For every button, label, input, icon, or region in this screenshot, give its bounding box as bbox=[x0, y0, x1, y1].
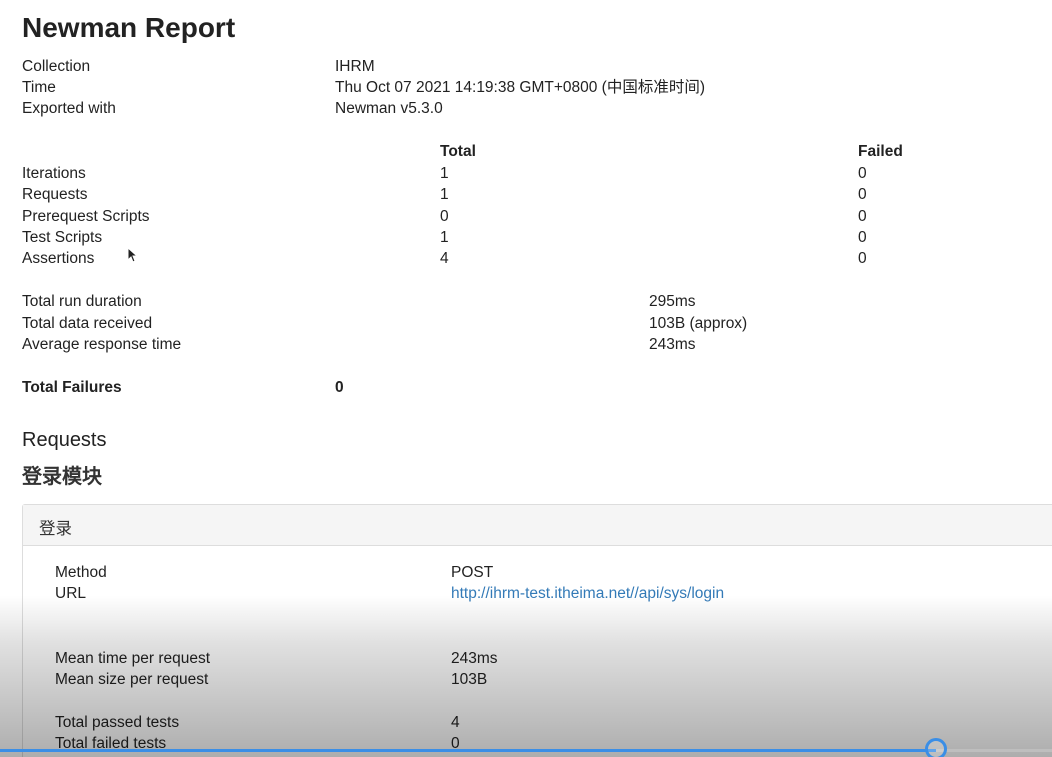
request-panel: 登录 Method POST URL http://ihrm-test.ithe… bbox=[22, 504, 1052, 757]
summary-row-test-scripts: Test Scripts 1 0 bbox=[0, 227, 1052, 248]
summary-total: 1 bbox=[440, 186, 449, 203]
request-url-link[interactable]: http://ihrm-test.itheima.net//api/sys/lo… bbox=[451, 585, 724, 602]
timing-row-total-data-received: Total data received 103B (approx) bbox=[0, 313, 1052, 334]
summary-header-row: Total Failed bbox=[0, 141, 1052, 162]
summary-failed: 0 bbox=[858, 229, 867, 246]
mean-size-label: Mean size per request bbox=[55, 671, 209, 688]
summary-header-failed: Failed bbox=[858, 143, 903, 160]
request-method-row: Method POST bbox=[23, 562, 1023, 583]
meta-value: Thu Oct 07 2021 14:19:38 GMT+0800 (中国标准时… bbox=[335, 79, 706, 96]
summary-failed: 0 bbox=[858, 208, 867, 225]
summary-row-iterations: Iterations 1 0 bbox=[0, 163, 1052, 184]
total-failures-label: Total Failures bbox=[22, 379, 122, 396]
summary-label: Iterations bbox=[22, 165, 86, 182]
method-value: POST bbox=[451, 564, 494, 581]
timing-row-average-response-time: Average response time 243ms bbox=[0, 334, 1052, 355]
total-failures-row: Total Failures 0 bbox=[0, 377, 1052, 398]
mean-time-row: Mean time per request 243ms bbox=[23, 648, 1023, 669]
timing-row-total-run-duration: Total run duration 295ms bbox=[0, 291, 1052, 312]
summary-total: 1 bbox=[440, 165, 449, 182]
meta-value: IHRM bbox=[335, 58, 375, 75]
total-failures-value: 0 bbox=[335, 379, 344, 396]
summary-label: Prerequest Scripts bbox=[22, 208, 150, 225]
summary-header-total: Total bbox=[440, 143, 476, 160]
meta-row-collection: Collection IHRM bbox=[0, 56, 1052, 77]
video-progress-bar[interactable] bbox=[0, 749, 1052, 752]
total-passed-value: 4 bbox=[451, 714, 460, 731]
total-passed-row: Total passed tests 4 bbox=[23, 712, 1023, 733]
video-scrubber-handle[interactable] bbox=[925, 738, 948, 757]
newman-report-page: Newman Report Collection IHRM Time Thu O… bbox=[0, 0, 1052, 757]
summary-total: 0 bbox=[440, 208, 449, 225]
meta-label: Collection bbox=[22, 58, 91, 75]
timing-label: Average response time bbox=[22, 336, 182, 353]
summary-failed: 0 bbox=[858, 186, 867, 203]
meta-label: Exported with bbox=[22, 100, 116, 117]
folder-heading: 登录模块 bbox=[22, 466, 102, 488]
summary-label: Test Scripts bbox=[22, 229, 103, 246]
summary-row-prerequest-scripts: Prerequest Scripts 0 0 bbox=[0, 206, 1052, 227]
summary-label: Assertions bbox=[22, 250, 95, 267]
timing-label: Total run duration bbox=[22, 293, 142, 310]
meta-label: Time bbox=[22, 79, 56, 96]
meta-value: Newman v5.3.0 bbox=[335, 100, 443, 117]
meta-row-exported-with: Exported with Newman v5.3.0 bbox=[0, 98, 1052, 119]
mean-size-value: 103B bbox=[451, 671, 488, 688]
meta-row-time: Time Thu Oct 07 2021 14:19:38 GMT+0800 (… bbox=[0, 77, 1052, 98]
timing-value: 103B (approx) bbox=[649, 315, 748, 332]
mean-size-row: Mean size per request 103B bbox=[23, 669, 1023, 690]
summary-label: Requests bbox=[22, 186, 88, 203]
request-panel-title: 登录 bbox=[39, 520, 72, 538]
timing-value: 243ms bbox=[649, 336, 696, 353]
requests-heading: Requests bbox=[22, 429, 107, 451]
summary-failed: 0 bbox=[858, 165, 867, 182]
mean-time-value: 243ms bbox=[451, 650, 498, 667]
timing-label: Total data received bbox=[22, 315, 153, 332]
summary-row-assertions: Assertions 4 0 bbox=[0, 248, 1052, 269]
method-label: Method bbox=[55, 564, 107, 581]
mean-time-label: Mean time per request bbox=[55, 650, 211, 667]
summary-row-requests: Requests 1 0 bbox=[0, 184, 1052, 205]
request-panel-header[interactable]: 登录 bbox=[23, 505, 1052, 546]
video-progress-fill bbox=[0, 749, 937, 752]
timing-value: 295ms bbox=[649, 293, 696, 310]
page-title: Newman Report bbox=[22, 12, 236, 43]
mouse-cursor-icon bbox=[127, 247, 137, 263]
summary-total: 1 bbox=[440, 229, 449, 246]
summary-failed: 0 bbox=[858, 250, 867, 267]
total-passed-label: Total passed tests bbox=[55, 714, 180, 731]
url-label: URL bbox=[55, 585, 87, 602]
request-url-row: URL http://ihrm-test.itheima.net//api/sy… bbox=[23, 583, 1023, 604]
summary-total: 4 bbox=[440, 250, 449, 267]
